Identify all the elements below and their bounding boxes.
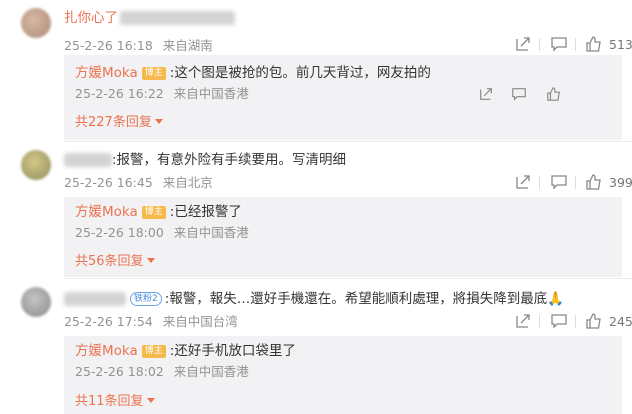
like-count: 513 (609, 37, 632, 52)
comment-line: 铁粉2:報警，報失…還好手機還在。希望能順利處理，將損失降到最底🙏 (64, 290, 564, 308)
divider (539, 176, 540, 189)
reply-date: 25-2-26 16:22 (75, 86, 164, 101)
like-count: 399 (609, 175, 632, 190)
comment-meta: 25-2-26 16:45 来自北京 (64, 175, 213, 191)
more-replies-label: 共11条回复 (75, 394, 144, 409)
reply-line: 方媛Moka 博主:已经报警了 (75, 203, 242, 221)
blogger-badge: 博主 (141, 345, 166, 358)
divider (539, 38, 540, 51)
more-replies-link[interactable]: 共56条回复 (75, 254, 155, 270)
comment-actions: 399 (512, 173, 632, 193)
reply-box: 方媛Moka 博主:这个图是被抢的包。前几天背过，网友拍的 25-2-26 16:… (64, 55, 622, 140)
reply-date: 25-2-26 18:00 (75, 225, 164, 240)
blurred-username (64, 292, 126, 306)
chevron-down-icon (146, 258, 155, 263)
more-replies-label: 共56条回复 (75, 254, 144, 269)
like-icon[interactable] (585, 312, 603, 330)
reply-meta: 25-2-26 18:00 来自中国香港 (75, 225, 249, 241)
share-icon[interactable] (478, 86, 494, 102)
comment-actions: 245 (512, 312, 632, 332)
reply-author[interactable]: 方媛Moka (75, 65, 138, 81)
reply-meta: 25-2-26 18:02 来自中国香港 (75, 364, 249, 380)
reply-text: :这个图是被抢的包。前几天背过，网友拍的 (169, 65, 431, 81)
comment-location: 来自中国台湾 (162, 314, 238, 329)
comment-icon[interactable] (550, 35, 568, 53)
reply-location: 来自中国香港 (173, 225, 249, 240)
comment-meta: 25-2-26 17:54 来自中国台湾 (64, 314, 238, 330)
more-replies-link[interactable]: 共227条回复 (75, 115, 163, 131)
comment-meta: 25-2-26 16:18 来自湖南 (64, 38, 213, 54)
like-count: 245 (609, 314, 632, 329)
blogger-badge: 博主 (141, 206, 166, 219)
reply-line: 方媛Moka 博主:还好手机放口袋里了 (75, 342, 296, 360)
comment-item: 铁粉2:報警，報失…還好手機還在。希望能順利處理，將損失降到最底🙏 25-2-2… (0, 279, 632, 414)
reply-text: :已经报警了 (169, 204, 242, 220)
comment-date: 25-2-26 17:54 (64, 314, 153, 329)
comment-date: 25-2-26 16:18 (64, 38, 153, 53)
blurred-text (120, 11, 235, 25)
reply-meta: 25-2-26 16:22 来自中国香港 (75, 86, 249, 102)
reply-box: 方媛Moka 博主:已经报警了 25-2-26 18:00 来自中国香港 共56条… (64, 197, 622, 277)
comment-author[interactable]: 扎你心了 (64, 10, 118, 26)
comment-item: 扎你心了 25-2-26 16:18 来自湖南 513 方媛Moka 博主:这个图… (0, 0, 632, 140)
share-icon[interactable] (514, 312, 532, 330)
divider (575, 38, 576, 51)
comment-text: :報警，報失…還好手機還在。希望能順利處理，將損失降到最底🙏 (164, 291, 565, 307)
divider (539, 315, 540, 328)
blogger-badge: 博主 (141, 67, 166, 80)
avatar[interactable] (21, 8, 51, 38)
like-icon[interactable] (546, 86, 562, 102)
divider (575, 315, 576, 328)
comment-text: :报警，有意外险有手续要用。写清明细 (112, 152, 347, 168)
avatar[interactable] (21, 150, 51, 180)
reply-author[interactable]: 方媛Moka (75, 343, 138, 359)
comment-actions: 513 (512, 35, 632, 55)
reply-location: 来自中国香港 (173, 364, 249, 379)
blurred-username (64, 153, 112, 167)
divider (575, 176, 576, 189)
comment-location: 来自湖南 (162, 38, 213, 53)
comment-location: 来自北京 (162, 175, 213, 190)
comment-icon[interactable] (511, 86, 527, 102)
avatar[interactable] (21, 287, 51, 317)
comment-icon[interactable] (550, 173, 568, 191)
reply-author[interactable]: 方媛Moka (75, 204, 138, 220)
comment-item: :报警，有意外险有手续要用。写清明细 25-2-26 16:45 来自北京 39… (0, 142, 632, 277)
comment-line: :报警，有意外险有手续要用。写清明细 (64, 151, 346, 169)
comment-icon[interactable] (550, 312, 568, 330)
like-icon[interactable] (585, 35, 603, 53)
more-replies-link[interactable]: 共11条回复 (75, 394, 155, 410)
like-icon[interactable] (585, 173, 603, 191)
share-icon[interactable] (514, 173, 532, 191)
reply-location: 来自中国香港 (173, 86, 249, 101)
reply-line: 方媛Moka 博主:这个图是被抢的包。前几天背过，网友拍的 (75, 64, 431, 82)
chevron-down-icon (146, 398, 155, 403)
reply-date: 25-2-26 18:02 (75, 364, 164, 379)
comment-line: 扎你心了 (64, 9, 235, 27)
reply-text: :还好手机放口袋里了 (169, 343, 296, 359)
reply-box: 方媛Moka 博主:还好手机放口袋里了 25-2-26 18:02 来自中国香港 … (64, 336, 622, 414)
share-icon[interactable] (514, 35, 532, 53)
fan-badge: 铁粉2 (130, 292, 162, 306)
chevron-down-icon (154, 119, 163, 124)
more-replies-label: 共227条回复 (75, 115, 152, 130)
comment-date: 25-2-26 16:45 (64, 175, 153, 190)
